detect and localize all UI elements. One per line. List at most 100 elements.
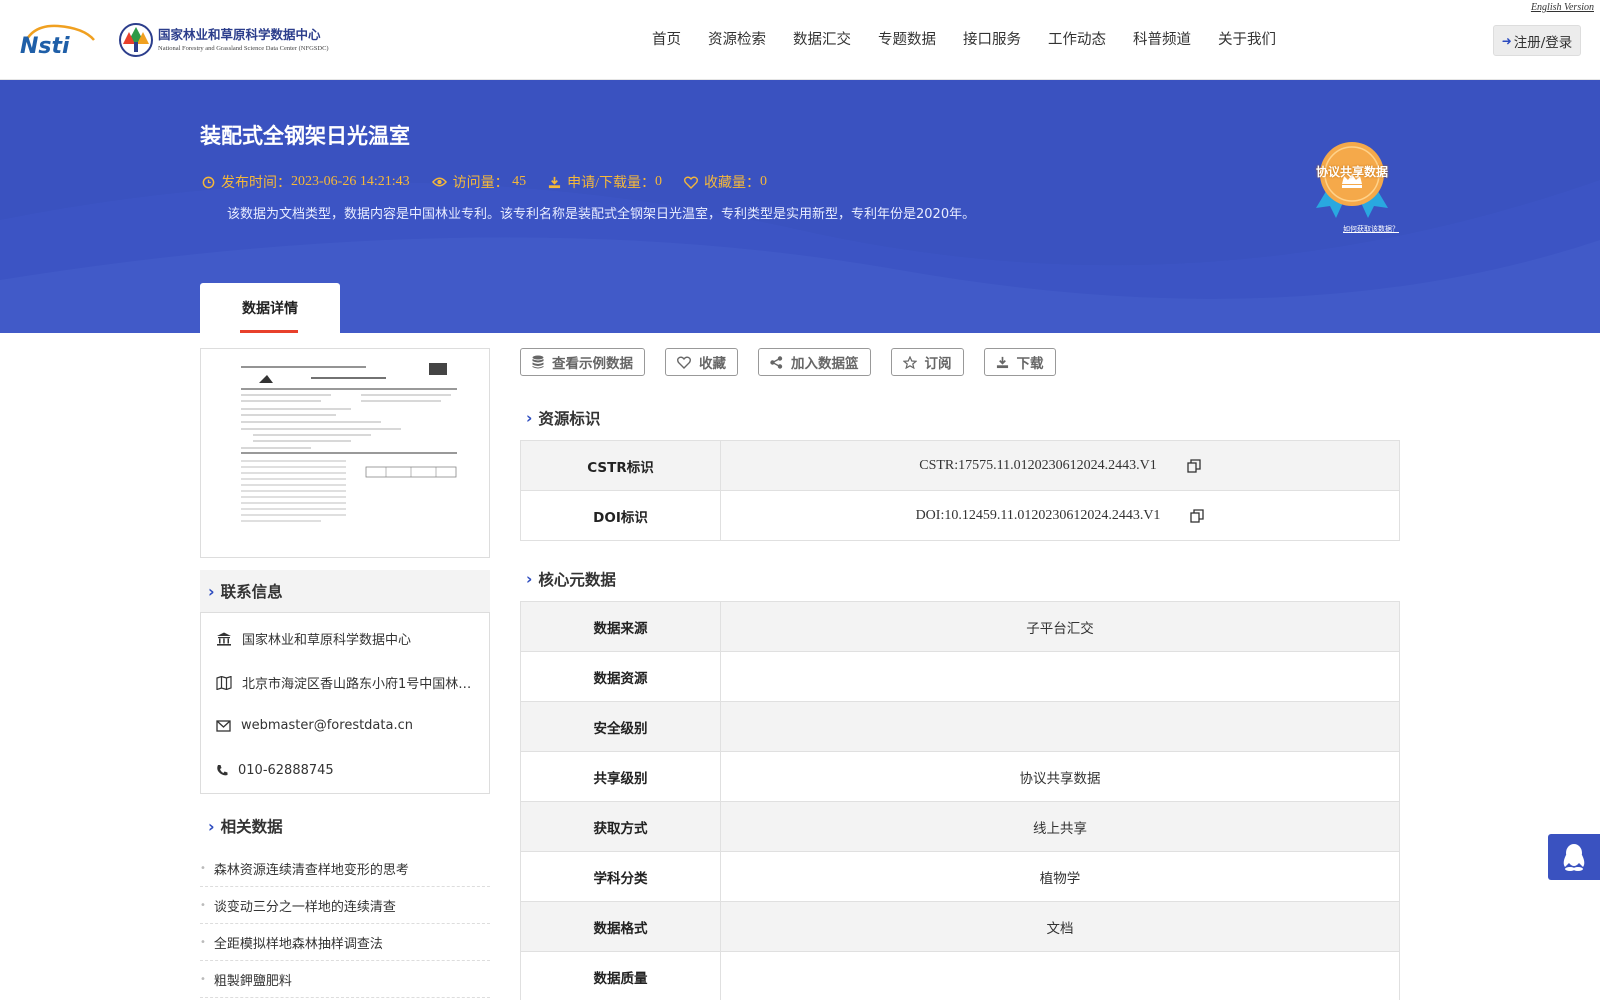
online-chat-button[interactable] [1548, 834, 1600, 880]
favorites-value: 0 [760, 174, 767, 189]
badge-label: 协议共享数据 [1315, 165, 1388, 179]
nav-data-submission[interactable]: 数据汇交 [793, 28, 851, 49]
meta-key: 共享级别 [520, 751, 721, 802]
table-row: 安全级别 [520, 701, 1400, 752]
nav-topic-data[interactable]: 专题数据 [878, 28, 936, 49]
institution-icon [217, 632, 231, 646]
login-label: 注册/登录 [1513, 34, 1573, 51]
doi-value: DOI:10.12459.11.0120230612024.2443.V1 [915, 508, 1161, 523]
meta-value: 线上共享 [720, 801, 1400, 852]
download-icon [996, 356, 1008, 368]
contact-info: 国家林业和草原科学数据中心 北京市海淀区香山路东小府1号中国林业科学研究院 we… [200, 612, 490, 794]
center-name-cn: 国家林业和草原科学数据中心 [158, 27, 321, 43]
favorite-button[interactable]: 收藏 [665, 348, 738, 376]
table-row: 获取方式 线上共享 [520, 801, 1400, 852]
related-heading-label: 相关数据 [220, 818, 283, 836]
downloads-label: 申请/下载量： [567, 176, 655, 191]
how-to-get-data-link[interactable]: 如何获取该数据？ [1343, 224, 1399, 234]
share-icon [770, 355, 783, 369]
tab-data-details[interactable]: 数据详情 [200, 283, 340, 333]
download-count: 申请/下载量： 0 [548, 172, 662, 192]
core-meta-heading: › 核心元数据 [526, 568, 616, 590]
favorite-label: 收藏 [699, 356, 726, 372]
dataset-banner: 装配式全钢架日光温室 发布时间： 2023-06-26 14:21:43 访问量：… [0, 80, 1600, 333]
table-row: 共享级别 协议共享数据 [520, 751, 1400, 802]
center-logo[interactable]: 国家林业和草原科学数据中心 National Forestry and Gras… [118, 20, 338, 60]
list-item[interactable]: 谈变动三分之一样地的连续清查 [200, 887, 490, 924]
center-name-en: National Forestry and Grassland Science … [158, 44, 329, 52]
clock-icon [202, 176, 215, 188]
contact-email-value: webmaster@forestdata.cn [241, 718, 413, 733]
contact-org-value: 国家林业和草原科学数据中心 [242, 633, 412, 648]
chevron-right-icon: › [208, 816, 215, 836]
resource-id-table: CSTR标识 CSTR:17575.11.0120230612024.2443.… [520, 440, 1400, 541]
meta-key: 数据质量 [520, 951, 721, 1000]
cstr-cell: CSTR:17575.11.0120230612024.2443.V1 [720, 440, 1400, 491]
list-item[interactable]: 粗製鉀鹽肥料 [200, 961, 490, 998]
views-label: 访问量： [452, 176, 509, 191]
nav-resource-search[interactable]: 资源检索 [708, 28, 766, 49]
doi-cell: DOI:10.12459.11.0120230612024.2443.V1 [720, 490, 1400, 541]
main-nav: 首页 资源检索 数据汇交 专题数据 接口服务 工作动态 科普频道 关于我们 [652, 28, 1303, 49]
register-login-button[interactable]: ➜ 注册/登录 [1493, 25, 1581, 56]
table-row: 数据资源 [520, 651, 1400, 702]
meta-key: 安全级别 [520, 701, 721, 752]
nav-home[interactable]: 首页 [652, 28, 681, 49]
nav-popular-science[interactable]: 科普频道 [1133, 28, 1191, 49]
views-value: 45 [512, 174, 527, 189]
chevron-right-icon: › [526, 570, 533, 588]
publish-value: 2023-06-26 14:21:43 [291, 174, 410, 189]
nav-api-service[interactable]: 接口服务 [963, 28, 1021, 49]
contact-org: 国家林业和草原科学数据中心 [216, 629, 481, 648]
meta-key: 获取方式 [520, 801, 721, 852]
database-icon [532, 355, 544, 369]
download-label: 下载 [1016, 356, 1044, 372]
nav-news[interactable]: 工作动态 [1048, 28, 1106, 49]
center-emblem-icon [119, 23, 153, 57]
table-row: DOI标识 DOI:10.12459.11.0120230612024.2443… [520, 490, 1400, 541]
contact-address: 北京市海淀区香山路东小府1号中国林业科学研究院 [216, 673, 481, 692]
phone-icon [217, 765, 228, 776]
doi-key: DOI标识 [520, 490, 721, 541]
meta-value: 文档 [720, 901, 1400, 952]
meta-value: 子平台汇交 [720, 601, 1400, 652]
resource-id-heading: › 资源标识 [526, 407, 600, 429]
list-item[interactable]: 森林资源连续清查样地变形的思考 [200, 850, 490, 887]
document-thumbnail[interactable] [200, 348, 490, 558]
copy-icon[interactable] [1187, 459, 1201, 473]
add-to-basket-button[interactable]: 加入数据篮 [758, 348, 871, 376]
contact-phone: 010-62888745 [216, 763, 481, 778]
qq-penguin-icon [1563, 844, 1585, 871]
core-meta-heading-label: 核心元数据 [538, 571, 616, 589]
meta-key: 数据格式 [520, 901, 721, 952]
table-row: 数据质量 [520, 951, 1400, 1000]
dataset-title: 装配式全钢架日光温室 [200, 124, 410, 148]
contact-heading-label: 联系信息 [220, 583, 283, 601]
cstr-key: CSTR标识 [520, 440, 721, 491]
meta-value: 协议共享数据 [720, 751, 1400, 802]
meta-key: 数据资源 [520, 651, 721, 702]
contact-email: webmaster@forestdata.cn [216, 718, 481, 733]
site-header: English Version Nsti 国家林业和草原科学数据中心 Natio… [0, 0, 1600, 80]
list-item[interactable]: 全距模拟样地森林抽样调查法 [200, 924, 490, 961]
subscribe-button[interactable]: 订阅 [890, 348, 964, 376]
nsti-logo[interactable]: Nsti [18, 20, 98, 58]
nav-about[interactable]: 关于我们 [1218, 28, 1276, 49]
download-icon [549, 176, 561, 188]
related-data-list: 森林资源连续清查样地变形的思考 谈变动三分之一样地的连续清查 全距模拟样地森林抽… [200, 850, 490, 998]
subscribe-label: 订阅 [924, 356, 952, 372]
meta-key: 学科分类 [520, 851, 721, 902]
dataset-description: 该数据为文档类型，数据内容是中国林业专利。该专利名称是装配式全钢架日光温室，专利… [227, 207, 976, 222]
meta-key: 数据来源 [520, 601, 721, 652]
english-version-link[interactable]: English Version [1531, 2, 1594, 13]
table-row: CSTR标识 CSTR:17575.11.0120230612024.2443.… [520, 440, 1400, 491]
table-row: 学科分类 植物学 [520, 851, 1400, 902]
copy-icon[interactable] [1190, 509, 1205, 523]
favorites-label: 收藏量： [704, 176, 760, 191]
view-sample-data-button[interactable]: 查看示例数据 [520, 348, 645, 376]
download-button[interactable]: 下载 [983, 348, 1056, 376]
favorite-count: 收藏量： 0 [684, 172, 767, 192]
core-meta-table: 数据来源 子平台汇交 数据资源 安全级别 共享级别 协议共享数据 获取方式 线上共享 … [520, 601, 1400, 1000]
table-row: 数据格式 文档 [520, 901, 1400, 952]
cstr-value: CSTR:17575.11.0120230612024.2443.V1 [919, 458, 1157, 473]
